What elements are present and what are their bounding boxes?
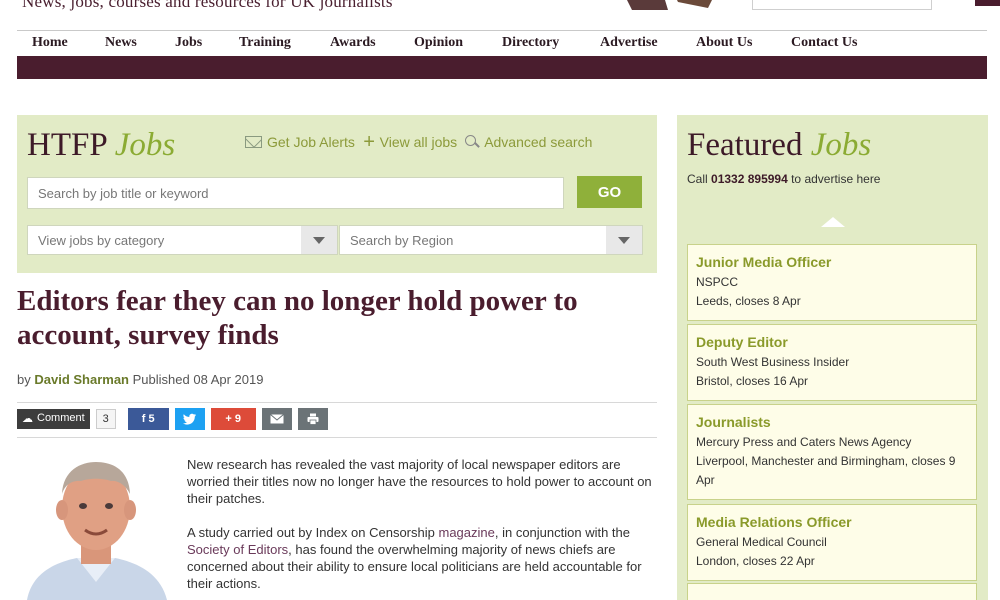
author-photo	[17, 454, 175, 600]
featured-job-card[interactable]: Junior Media Officer NSPCC Leeds, closes…	[687, 244, 977, 321]
category-select[interactable]: View jobs by category	[27, 225, 338, 255]
divider	[17, 437, 657, 438]
print-button[interactable]	[297, 408, 328, 430]
gplus-share-button[interactable]: + 9	[210, 408, 256, 430]
share-bar: ☁ Comment 3 f 5 + 9	[17, 408, 328, 430]
nav-news[interactable]: News	[105, 35, 137, 51]
get-job-alerts-link[interactable]: Get Job Alerts	[245, 134, 355, 150]
featured-job-card[interactable]: Media Relations Officer General Medical …	[687, 504, 977, 581]
nav-advertise[interactable]: Advertise	[600, 35, 658, 51]
job-company: NSPCC	[696, 275, 739, 289]
job-title[interactable]: Deputy Editor	[696, 334, 968, 350]
site-search-button[interactable]	[975, 0, 1000, 6]
nav-home[interactable]: Home	[32, 35, 68, 51]
site-search-input[interactable]	[752, 0, 932, 10]
job-company: Mercury Press and Caters News Agency	[696, 435, 912, 449]
divider	[17, 402, 657, 403]
nav-training[interactable]: Training	[239, 35, 291, 51]
job-company: South West Business Insider	[696, 355, 850, 369]
nav-subbar	[17, 56, 987, 79]
article-paragraph: A study carried out by Index on Censorsh…	[187, 525, 642, 591]
comment-button[interactable]: ☁ Comment	[17, 409, 90, 429]
site-logo[interactable]	[622, 0, 718, 10]
author-link[interactable]: David Sharman	[34, 372, 129, 387]
jobs-search-panel: HTFP Jobs Get Job Alerts + View all jobs…	[17, 115, 657, 273]
print-icon	[307, 413, 319, 425]
job-location: London, closes 22 Apr	[696, 554, 815, 568]
featured-jobs-title: Featured Jobs	[687, 127, 872, 163]
chevron-down-icon	[301, 226, 337, 254]
nav-about-us[interactable]: About Us	[696, 35, 752, 51]
job-title[interactable]: Junior Media Officer	[696, 254, 968, 270]
article-byline: by David Sharman Published 08 Apr 2019	[17, 372, 264, 387]
advanced-search-link[interactable]: Advanced search	[465, 134, 592, 150]
comment-count: 3	[95, 409, 116, 429]
nav-opinion[interactable]: Opinion	[414, 35, 463, 51]
site-tagline: News, jobs, courses and resources for UK…	[22, 0, 393, 11]
job-title[interactable]: Journalists	[696, 414, 968, 430]
region-select[interactable]: Search by Region	[339, 225, 643, 255]
go-button[interactable]: GO	[577, 176, 642, 208]
nav-awards[interactable]: Awards	[330, 35, 376, 51]
featured-job-card[interactable]	[687, 583, 977, 600]
job-company: General Medical Council	[696, 535, 827, 549]
nav-jobs[interactable]: Jobs	[175, 35, 202, 51]
chevron-down-icon	[606, 226, 642, 254]
twitter-icon	[182, 413, 196, 425]
nav-contact-us[interactable]: Contact Us	[791, 35, 858, 51]
speech-bubble-icon: ☁	[22, 413, 33, 425]
plus-icon: +	[362, 131, 375, 153]
facebook-share-button[interactable]: f 5	[127, 408, 169, 430]
job-location: Bristol, closes 16 Apr	[696, 374, 809, 388]
society-of-editors-link[interactable]: Society of Editors	[187, 542, 288, 557]
view-all-jobs-link[interactable]: + View all jobs	[362, 131, 457, 153]
search-icon	[465, 135, 479, 149]
email-icon	[269, 414, 284, 424]
email-share-button[interactable]	[261, 408, 292, 430]
featured-jobs-panel: Featured Jobs Call 01332 895994 to adver…	[677, 115, 988, 600]
scroll-up-icon[interactable]	[821, 217, 845, 227]
article-headline: Editors fear they can no longer hold pow…	[17, 285, 578, 351]
twitter-share-button[interactable]	[174, 408, 205, 430]
advertise-callout: Call 01332 895994 to advertise here	[687, 172, 881, 186]
nav-directory[interactable]: Directory	[502, 35, 559, 51]
job-keyword-input[interactable]	[27, 177, 564, 209]
main-nav: Home News Jobs Training Awards Opinion D…	[17, 30, 987, 56]
featured-job-card[interactable]: Journalists Mercury Press and Caters New…	[687, 404, 977, 500]
featured-job-card[interactable]: Deputy Editor South West Business Inside…	[687, 324, 977, 401]
article-paragraph: New research has revealed the vast major…	[187, 457, 652, 506]
magazine-link[interactable]: magazine	[438, 525, 494, 540]
job-location: Leeds, closes 8 Apr	[696, 294, 801, 308]
job-location: Liverpool, Manchester and Birmingham, cl…	[696, 454, 956, 487]
envelope-icon	[245, 136, 262, 148]
article-body: New research has revealed the vast major…	[187, 456, 657, 600]
jobs-links: Get Job Alerts + View all jobs Advanced …	[245, 131, 592, 153]
jobs-panel-title: HTFP Jobs	[27, 127, 176, 163]
job-title[interactable]: Media Relations Officer	[696, 514, 968, 530]
